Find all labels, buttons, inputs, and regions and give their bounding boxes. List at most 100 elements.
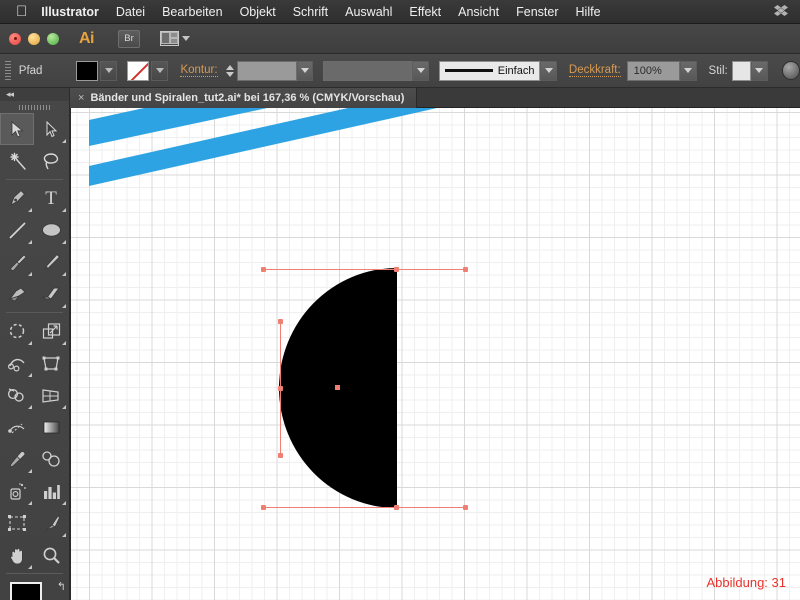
control-bar-grip[interactable] xyxy=(5,60,11,81)
menu-item-effekt[interactable]: Effekt xyxy=(409,5,441,19)
stroke-weight-input[interactable] xyxy=(236,60,297,81)
mesh-tool[interactable] xyxy=(0,411,34,443)
selection-tool[interactable] xyxy=(0,113,34,145)
arrange-documents-icon xyxy=(160,31,179,46)
eyedropper-tool[interactable] xyxy=(0,443,34,475)
mesh-icon xyxy=(7,419,27,436)
tools-panel-grip[interactable] xyxy=(0,101,69,113)
menu-item-schrift[interactable]: Schrift xyxy=(293,5,328,19)
paintbrush-tool[interactable] xyxy=(0,246,34,278)
collapse-panel-icon[interactable]: ◂◂ xyxy=(6,89,14,100)
symbol-sprayer-tool[interactable] xyxy=(0,475,34,507)
stroke-style-input[interactable] xyxy=(323,60,413,81)
graphic-style-dropdown[interactable] xyxy=(751,60,768,81)
menu-item-auswahl[interactable]: Auswahl xyxy=(345,5,392,19)
tool-flyout-indicator xyxy=(28,565,32,569)
type-tool[interactable]: T xyxy=(34,182,68,214)
width-tool[interactable] xyxy=(0,347,34,379)
dropbox-icon[interactable] xyxy=(774,4,790,19)
fill-dropdown-button[interactable] xyxy=(100,60,118,81)
eraser-tool[interactable] xyxy=(34,278,68,310)
menu-item-objekt[interactable]: Objekt xyxy=(240,5,276,19)
selection-type-label: Pfad xyxy=(18,64,43,77)
stroke-dropdown-button[interactable] xyxy=(151,60,169,81)
apple-logo-icon[interactable]:  xyxy=(16,4,27,19)
menu-item-ansicht[interactable]: Ansicht xyxy=(458,5,499,19)
blue-ribbon-shape[interactable] xyxy=(71,108,800,228)
zoom-tool[interactable] xyxy=(34,539,68,571)
pen-tool[interactable] xyxy=(0,182,34,214)
hand-tool[interactable] xyxy=(0,539,34,571)
column-graph-tool[interactable] xyxy=(34,475,68,507)
tools-panel: ◂◂ T ↰ xyxy=(0,88,70,600)
menu-item-datei[interactable]: Datei xyxy=(116,5,145,19)
fill-color-swatch[interactable] xyxy=(10,582,42,600)
handle-point-bottom-right[interactable] xyxy=(463,505,468,510)
zoom-button[interactable] xyxy=(47,32,59,45)
stroke-profile-display[interactable]: Einfach xyxy=(438,60,541,81)
opacity-label[interactable]: Deckkraft: xyxy=(568,64,621,77)
macos-menubar:  Illustrator Datei Bearbeiten Objekt Sc… xyxy=(0,0,800,24)
stroke-weight-dropdown[interactable] xyxy=(296,60,314,81)
free-transform-tool[interactable] xyxy=(34,347,68,379)
handle-point-top-left[interactable] xyxy=(261,267,266,272)
handle-point-bottom-left[interactable] xyxy=(261,505,266,510)
handle-point-top-right[interactable] xyxy=(463,267,468,272)
opacity-dropdown[interactable] xyxy=(680,60,697,81)
eraser-icon xyxy=(41,286,61,302)
blob-brush-tool[interactable] xyxy=(0,278,34,310)
go-to-bridge-button[interactable]: Br xyxy=(118,29,140,48)
scale-tool[interactable] xyxy=(34,315,68,347)
slice-tool[interactable] xyxy=(34,507,68,539)
tool-flyout-indicator xyxy=(62,272,66,276)
stroke-weight-label[interactable]: Kontur: xyxy=(180,64,218,77)
close-icon[interactable]: × xyxy=(78,92,84,104)
menubar-status-area xyxy=(774,4,790,19)
bar-chart-icon xyxy=(42,483,61,500)
stroke-swatch-none[interactable] xyxy=(127,60,150,81)
graphic-style-swatch[interactable] xyxy=(731,60,752,81)
document-tabstrip: × Bänder und Spiralen_tut2.ai* bei 167,3… xyxy=(70,88,800,108)
ellipse-tool[interactable] xyxy=(34,214,68,246)
handle-point-left-bottom[interactable] xyxy=(278,453,283,458)
minimize-button[interactable] xyxy=(28,32,40,45)
anchor-point-left[interactable] xyxy=(278,386,283,391)
fill-swatch[interactable] xyxy=(76,60,99,81)
opacity-input[interactable]: 100% xyxy=(626,60,681,81)
menu-item-bearbeiten[interactable]: Bearbeiten xyxy=(162,5,222,19)
fill-control[interactable] xyxy=(76,60,118,81)
arrange-documents-button[interactable] xyxy=(160,31,190,46)
gradient-tool[interactable] xyxy=(34,411,68,443)
stroke-control[interactable] xyxy=(127,60,169,81)
artboard-icon xyxy=(7,514,27,532)
handle-point-left-top[interactable] xyxy=(278,319,283,324)
draw-inside-icon[interactable] xyxy=(781,61,800,80)
line-segment-tool[interactable] xyxy=(0,214,34,246)
close-button[interactable] xyxy=(9,32,21,45)
document-tab[interactable]: × Bänder und Spiralen_tut2.ai* bei 167,3… xyxy=(70,88,418,108)
blend-tool[interactable] xyxy=(34,443,68,475)
rotate-tool[interactable] xyxy=(0,315,34,347)
stroke-style-dropdown[interactable] xyxy=(412,60,429,81)
symbol-sprayer-icon xyxy=(8,482,27,501)
figure-caption: Abbildung: 31 xyxy=(706,575,786,590)
tools-panel-header[interactable]: ◂◂ xyxy=(0,88,69,101)
swap-fill-stroke-icon[interactable]: ↰ xyxy=(57,580,66,593)
tool-flyout-indicator xyxy=(28,405,32,409)
direct-selection-tool[interactable] xyxy=(34,113,68,145)
canvas-area[interactable]: Abbildung: 31 xyxy=(70,108,800,600)
menu-item-illustrator[interactable]: Illustrator xyxy=(41,5,99,19)
perspective-grid-tool[interactable] xyxy=(34,379,68,411)
artboard-tool[interactable] xyxy=(0,507,34,539)
shape-builder-tool[interactable] xyxy=(0,379,34,411)
menu-item-fenster[interactable]: Fenster xyxy=(516,5,558,19)
stroke-profile-dropdown[interactable] xyxy=(540,60,557,81)
magic-wand-tool[interactable] xyxy=(0,145,34,177)
lasso-tool[interactable] xyxy=(34,145,68,177)
pencil-tool[interactable] xyxy=(34,246,68,278)
stroke-weight-stepper[interactable] xyxy=(225,64,234,77)
menu-item-hilfe[interactable]: Hilfe xyxy=(576,5,601,19)
handle-line-bottom xyxy=(263,507,397,508)
tool-flyout-indicator xyxy=(62,341,66,345)
handle-line-top-right xyxy=(397,269,465,270)
